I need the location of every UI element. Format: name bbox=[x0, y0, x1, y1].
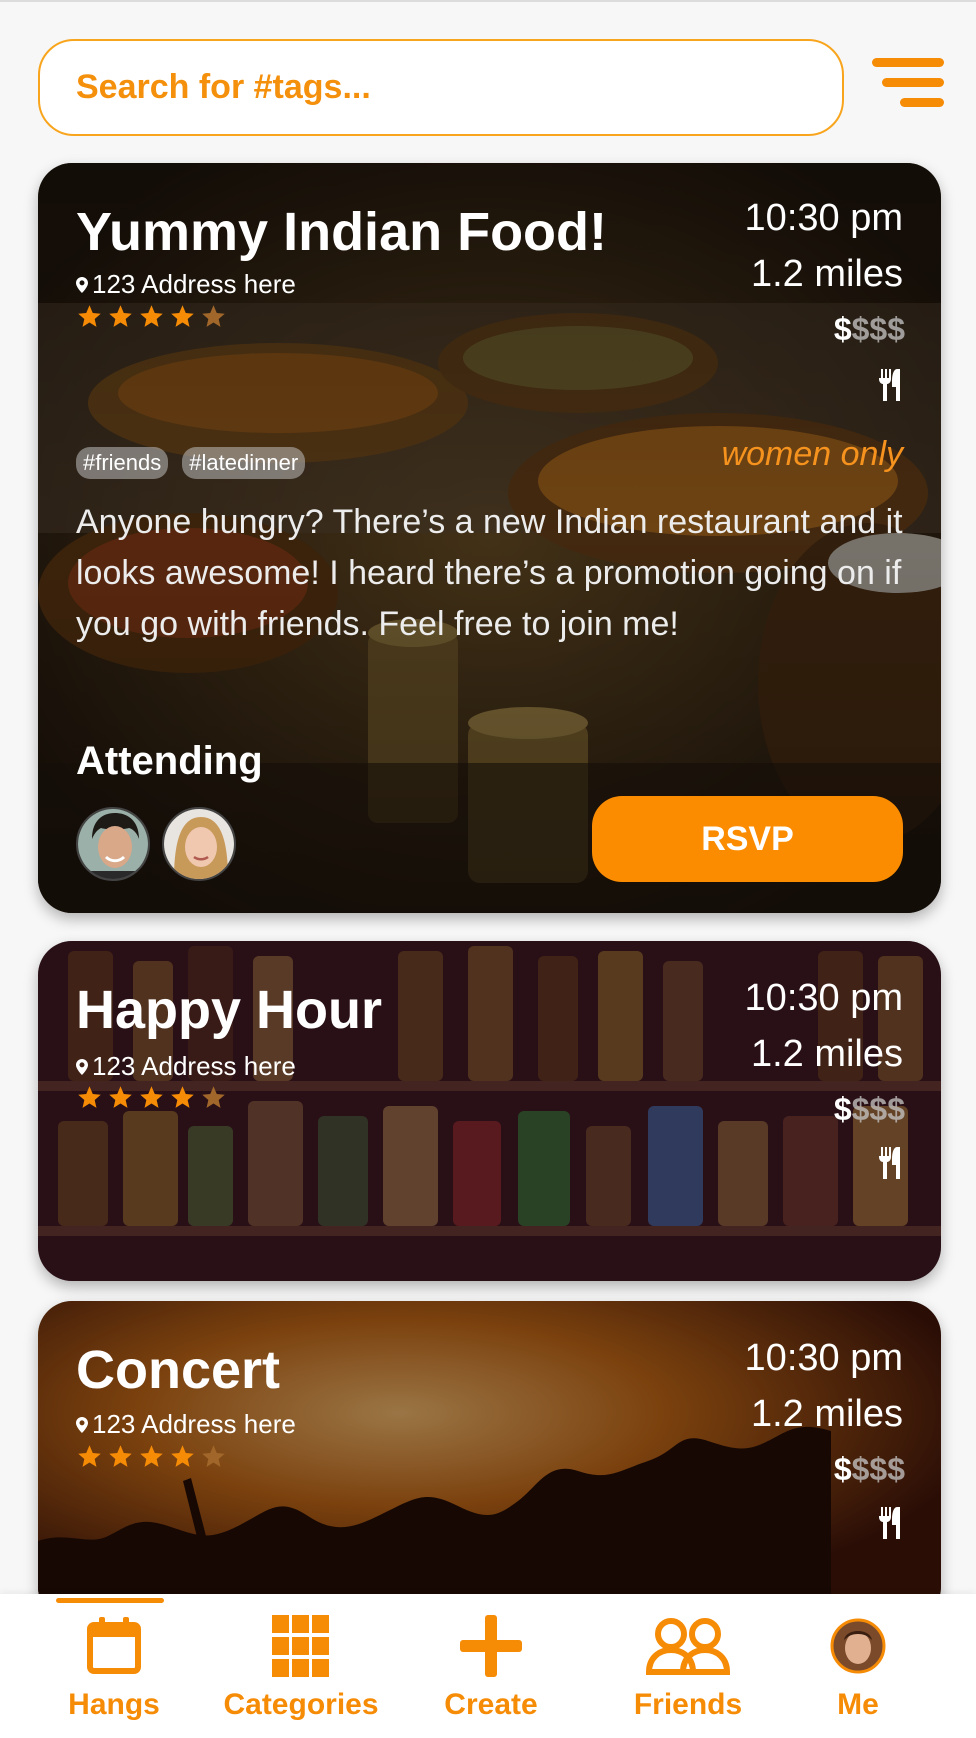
star-icon bbox=[109, 1086, 132, 1108]
address-text: 123 Address here bbox=[92, 269, 296, 299]
star-icon bbox=[109, 305, 132, 327]
rsvp-button[interactable]: RSVP bbox=[592, 796, 903, 882]
price-active: $ bbox=[833, 311, 852, 347]
star-icon bbox=[140, 305, 163, 327]
price-level: $$$$ bbox=[834, 311, 905, 348]
event-distance: 1.2 miles bbox=[750, 253, 903, 295]
star-icon bbox=[78, 305, 101, 327]
event-title: Concert bbox=[76, 1340, 281, 1400]
app-screen: Yummy Indian Food! 123 Address here 10:3… bbox=[0, 0, 976, 1738]
nav-label: Create bbox=[444, 1688, 538, 1721]
tag-chip[interactable]: #friends bbox=[76, 447, 169, 479]
star-rating bbox=[76, 1443, 227, 1470]
event-title: Yummy Indian Food! bbox=[76, 202, 608, 262]
price-level: $$$$ bbox=[834, 1091, 905, 1128]
price-active: $ bbox=[833, 1091, 852, 1127]
nav-label: Me bbox=[837, 1688, 879, 1721]
event-card-content: Yummy Indian Food! 123 Address here 10:3… bbox=[38, 163, 941, 913]
avatar bbox=[830, 1618, 886, 1674]
event-time: 10:30 pm bbox=[744, 197, 903, 239]
star-empty-icon bbox=[202, 1445, 225, 1467]
event-card-content: Concert 123 Address here 10:30 pm 1.2 mi… bbox=[38, 1301, 941, 1621]
active-tab-indicator bbox=[56, 1598, 164, 1603]
star-rating bbox=[76, 1084, 227, 1111]
price-inactive: $$$ bbox=[851, 311, 905, 347]
fork-knife-icon bbox=[879, 1507, 900, 1539]
event-description: Anyone hungry? There’s a new Indian rest… bbox=[76, 503, 903, 643]
nav-tab-hangs[interactable]: Hangs bbox=[56, 1610, 172, 1730]
attending-heading: Attending bbox=[76, 739, 263, 783]
nav-label: Hangs bbox=[68, 1688, 160, 1721]
star-icon bbox=[171, 1086, 194, 1108]
nav-tab-me[interactable]: Me bbox=[818, 1610, 898, 1730]
fork-knife-icon bbox=[879, 369, 900, 401]
address-text: 123 Address here bbox=[92, 1409, 296, 1439]
price-inactive: $$$ bbox=[851, 1451, 905, 1487]
tag-chip[interactable]: #latedinner bbox=[182, 447, 306, 479]
filter-menu-icon[interactable] bbox=[872, 58, 944, 114]
event-title: Happy Hour bbox=[76, 980, 383, 1040]
event-address: 123 Address here bbox=[76, 1051, 296, 1082]
price-level: $$$$ bbox=[834, 1451, 905, 1488]
event-card-concert[interactable]: Concert 123 Address here 10:30 pm 1.2 mi… bbox=[38, 1301, 941, 1621]
event-card-happy-hour[interactable]: Happy Hour 123 Address here 10:30 pm 1.2… bbox=[38, 941, 941, 1281]
star-rating bbox=[76, 303, 227, 330]
price-active: $ bbox=[833, 1451, 852, 1487]
nav-tab-categories[interactable]: Categories bbox=[218, 1610, 384, 1730]
fork-knife-icon bbox=[879, 1147, 900, 1179]
star-icon bbox=[140, 1086, 163, 1108]
event-card-indian-food[interactable]: Yummy Indian Food! 123 Address here 10:3… bbox=[38, 163, 941, 913]
plus-icon bbox=[460, 1615, 522, 1677]
event-distance: 1.2 miles bbox=[750, 1393, 903, 1435]
attendee-avatar[interactable] bbox=[162, 807, 236, 881]
restriction-label: women only bbox=[721, 435, 903, 473]
star-empty-icon bbox=[202, 305, 225, 327]
star-icon bbox=[78, 1445, 101, 1467]
event-time: 10:30 pm bbox=[744, 977, 903, 1019]
bottom-navigation: Hangs Categories Create Friends Me bbox=[0, 1594, 976, 1738]
star-icon bbox=[171, 1445, 194, 1467]
location-pin-icon bbox=[76, 1416, 88, 1433]
nav-tab-create[interactable]: Create bbox=[430, 1610, 552, 1730]
location-pin-icon bbox=[76, 1058, 88, 1075]
search-bar[interactable] bbox=[38, 39, 844, 136]
search-input[interactable] bbox=[76, 68, 842, 107]
event-card-content: Happy Hour 123 Address here 10:30 pm 1.2… bbox=[38, 941, 941, 1281]
price-inactive: $$$ bbox=[851, 1091, 905, 1127]
location-pin-icon bbox=[76, 276, 88, 293]
star-empty-icon bbox=[202, 1086, 225, 1108]
friends-icon bbox=[645, 1618, 731, 1675]
event-address: 123 Address here bbox=[76, 269, 296, 300]
calendar-icon bbox=[87, 1617, 141, 1674]
address-text: 123 Address here bbox=[92, 1051, 296, 1081]
star-icon bbox=[140, 1445, 163, 1467]
star-icon bbox=[109, 1445, 132, 1467]
attendee-avatar[interactable] bbox=[76, 807, 150, 881]
tag-list: #friends #latedinner bbox=[76, 447, 306, 479]
event-time: 10:30 pm bbox=[744, 1337, 903, 1379]
event-distance: 1.2 miles bbox=[750, 1033, 903, 1075]
event-address: 123 Address here bbox=[76, 1409, 296, 1440]
star-icon bbox=[171, 305, 194, 327]
nav-tab-friends[interactable]: Friends bbox=[628, 1610, 748, 1730]
grid-icon bbox=[272, 1615, 329, 1677]
star-icon bbox=[78, 1086, 101, 1108]
nav-label: Categories bbox=[223, 1688, 379, 1721]
nav-label: Friends bbox=[633, 1688, 743, 1721]
